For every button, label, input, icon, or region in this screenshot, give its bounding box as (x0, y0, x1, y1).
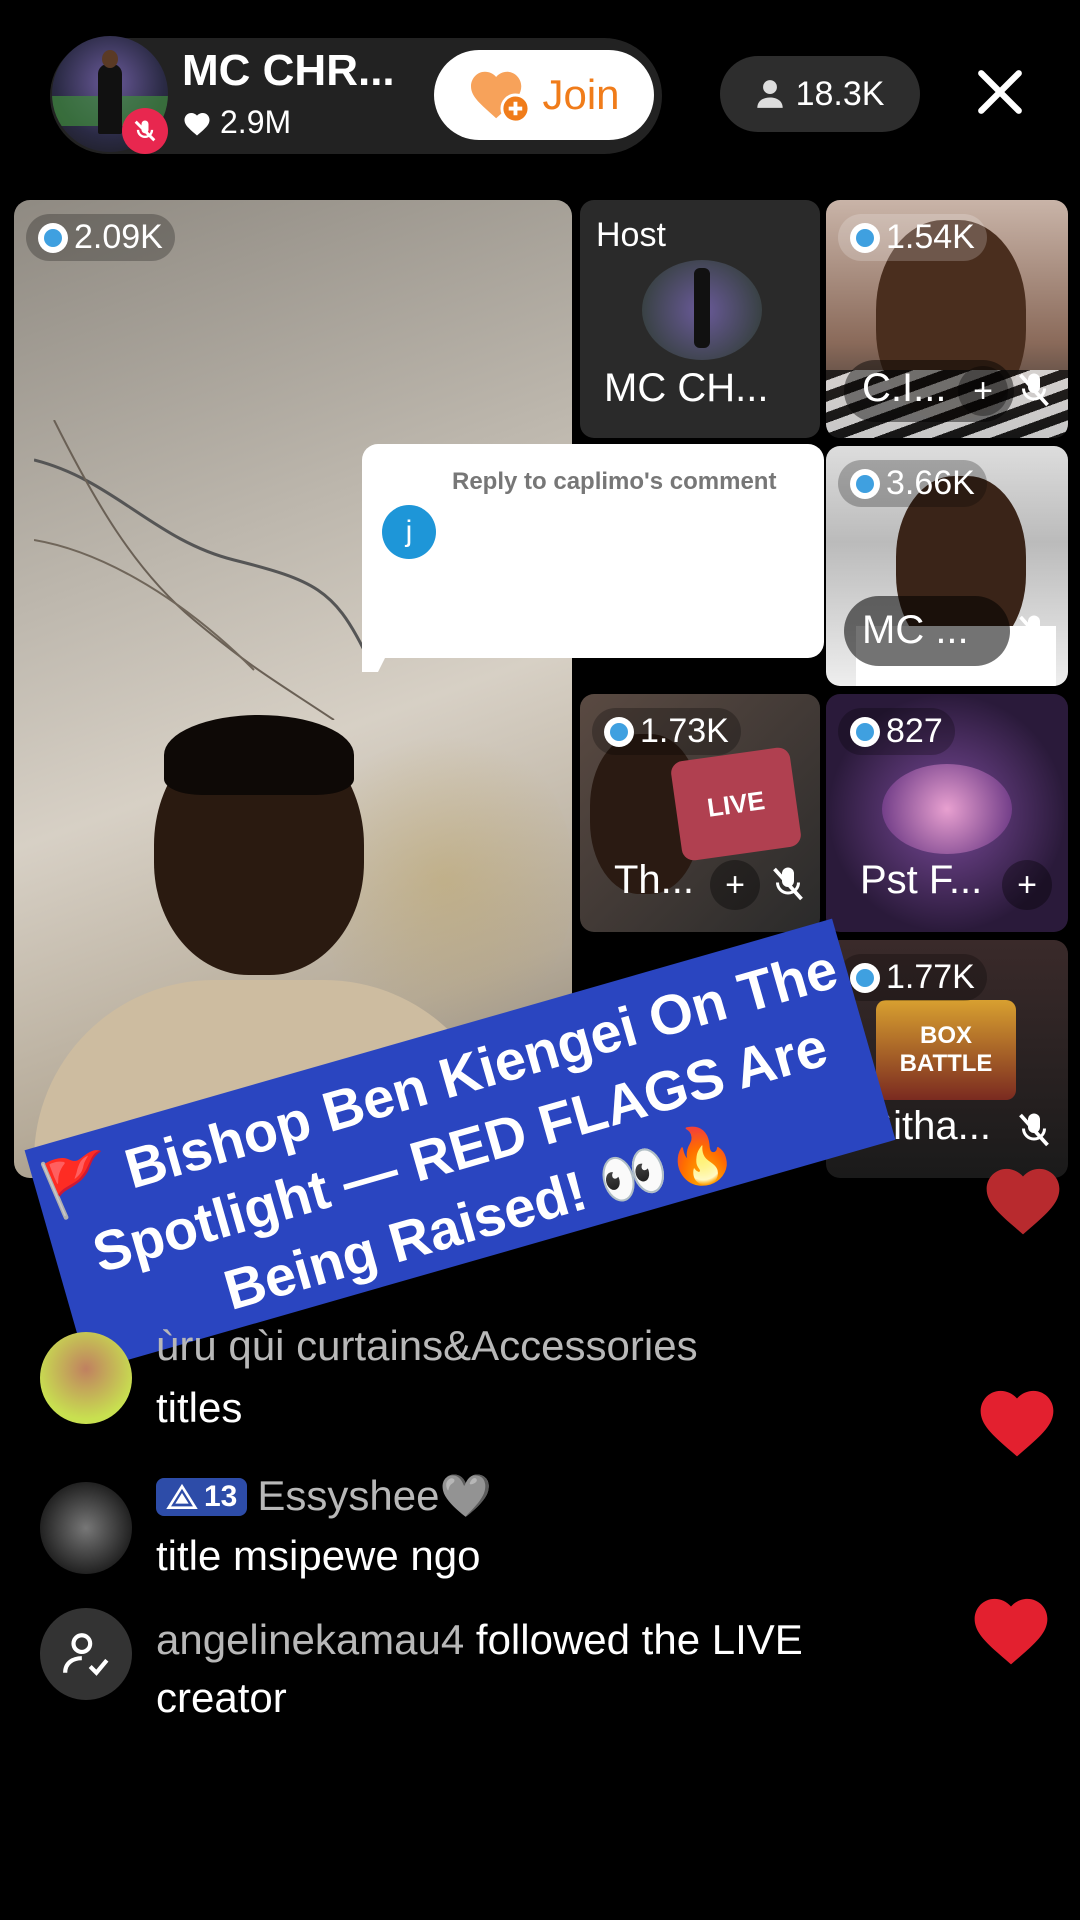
gem-icon (850, 222, 880, 253)
level-badge: 13 (156, 1477, 248, 1516)
follower-username[interactable]: angelinekamau4 (156, 1616, 464, 1663)
tile-1-score: 1.54K (886, 218, 975, 256)
main-score: 2.09K (74, 218, 163, 256)
viewer-count[interactable]: 18.3K (720, 56, 920, 132)
host-tile-name: MC CH... (604, 366, 769, 410)
mic-muted-icon (1019, 1113, 1049, 1147)
join-button[interactable]: Join (434, 50, 654, 140)
tile-4-name: Pst F... (860, 858, 983, 902)
main-score-badge: 2.09K (26, 214, 175, 261)
tile-2-score: 3.66K (886, 464, 975, 502)
viewer-count-value: 18.3K (795, 74, 885, 113)
reply-to-label: Reply to caplimo's comment (452, 468, 777, 495)
heart-icon (974, 1598, 1048, 1665)
mic-muted-icon (122, 108, 168, 154)
follow-notification-avatar (40, 1608, 132, 1700)
close-button[interactable] (970, 62, 1030, 122)
join-label: Join (542, 71, 620, 118)
tile-1-name: C.I... (862, 366, 947, 410)
reply-card-tail (362, 640, 394, 672)
tile-4-score: 827 (886, 712, 943, 750)
heart-icon (986, 1168, 1060, 1235)
commenter-avatar[interactable] (40, 1482, 132, 1574)
guest-tile-2[interactable]: 3.66K MC ... (826, 446, 1068, 686)
close-icon (978, 70, 1022, 114)
gem-icon (850, 716, 880, 747)
tile-3-score: 1.73K (640, 712, 729, 750)
gem-icon (38, 222, 68, 253)
host-name: MC CHR... (182, 46, 395, 95)
tile-4-score-badge: 827 (838, 708, 955, 755)
heart-icon (980, 1390, 1054, 1457)
heart-plus-icon (471, 71, 531, 124)
tile-5-score: 1.77K (886, 958, 975, 996)
gem-icon (850, 468, 880, 499)
background-wires (34, 420, 364, 720)
host-tag: Host (596, 216, 666, 254)
comment-message: title msipewe ngo (156, 1532, 481, 1579)
mic-muted-icon (1019, 615, 1049, 649)
heart-icon (184, 112, 210, 135)
person-check-icon (63, 1633, 109, 1676)
follow-action-cont: creator (156, 1674, 287, 1721)
comment-username[interactable]: ùru qùi curtains&Accessories (156, 1322, 916, 1370)
reply-comment-text: Ticktock Trend please put all vedios ya … (452, 506, 776, 627)
add-guest-icon[interactable]: + (958, 366, 1008, 416)
level-value: 13 (204, 1479, 238, 1513)
add-guest-icon[interactable]: + (1002, 860, 1052, 910)
host-likes-count: 2.9M (220, 104, 292, 140)
gem-icon (604, 716, 634, 747)
reply-avatar: j (382, 505, 436, 559)
guest-avatar (882, 764, 1012, 854)
guest-tile-1[interactable]: 1.54K C.I... + (826, 200, 1068, 438)
person-icon (756, 80, 783, 108)
person-hair (164, 715, 354, 795)
mic-muted-icon (1019, 373, 1049, 407)
commenter-avatar[interactable] (40, 1332, 132, 1424)
guest-tile-4[interactable]: 827 Pst F... + (826, 694, 1068, 932)
tile-3-name: Th... (614, 858, 695, 902)
live-updates-logo: LIVE (669, 746, 803, 862)
host-tile[interactable]: Host MC CH... (580, 200, 820, 438)
tile-2-score-badge: 3.66K (838, 460, 987, 507)
host-tile-avatar (642, 260, 762, 360)
follow-action: followed the LIVE (475, 1616, 803, 1663)
follow-notification: angelinekamau4 followed the LIVE (156, 1616, 803, 1664)
comment-username[interactable]: Essyshee🩶 (257, 1472, 491, 1521)
host-likes: 2.9M (182, 104, 291, 141)
comment-message: titles (156, 1384, 243, 1431)
triangle-icon (166, 1483, 198, 1509)
tile-2-name: MC ... (862, 608, 969, 652)
comment-header: 13 Essyshee🩶 (156, 1472, 492, 1521)
tile-3-score-badge: 1.73K (592, 708, 741, 755)
tile-1-score-badge: 1.54K (838, 214, 987, 261)
